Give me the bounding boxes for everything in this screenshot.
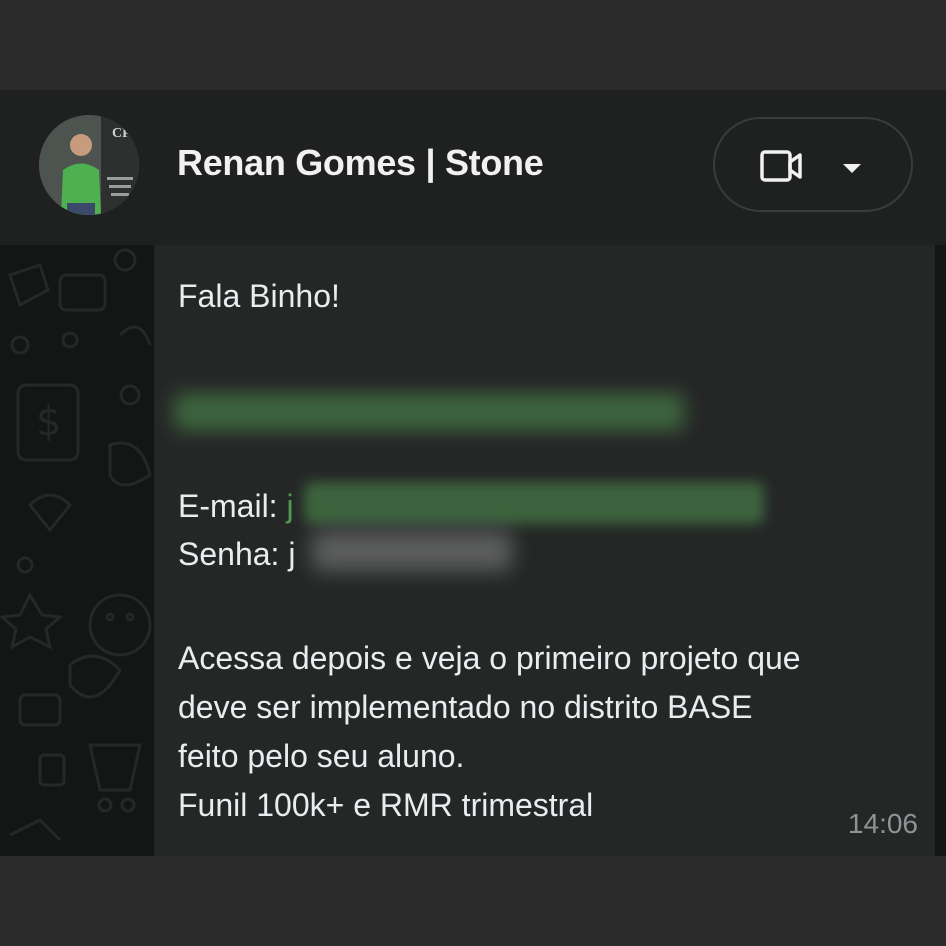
video-call-button[interactable] (713, 117, 913, 212)
message-line: deve ser implementado no distrito BASE (178, 689, 753, 725)
email-line: E-mail: j (178, 486, 294, 526)
message-timestamp: 14:06 (847, 808, 918, 839)
svg-text:$: $ (36, 399, 61, 445)
chat-header: CPD Renan Gomes | Stone (0, 90, 946, 245)
bottom-background (0, 856, 946, 946)
password-label: Senha: (178, 536, 280, 572)
message-bubble[interactable]: Fala Binho! E-mail: j Senha: j Acessa de… (154, 245, 935, 856)
chat-area: $ Fala Binho! E-mail: j Senha: j Acessa … (0, 245, 946, 856)
chat-wallpaper: $ (0, 248, 152, 842)
contact-avatar[interactable]: CPD (39, 115, 139, 215)
caret-down-icon[interactable] (842, 162, 862, 180)
message-greeting: Fala Binho! (178, 278, 340, 314)
chat-window: CPD Renan Gomes | Stone $ Fala Binho! E-… (0, 90, 946, 856)
redacted-link (174, 393, 684, 431)
message-line: Funil 100k+ e RMR trimestral (178, 787, 594, 823)
contact-name[interactable]: Renan Gomes | Stone (177, 142, 544, 184)
password-line: Senha: j (178, 534, 295, 574)
video-camera-icon (760, 149, 804, 188)
message-line: feito pelo seu aluno. (178, 738, 465, 774)
email-visible: j (286, 488, 294, 524)
message-line: Acessa depois e veja o primeiro projeto … (178, 640, 801, 676)
password-visible: j (288, 536, 296, 572)
redacted-email (304, 482, 764, 524)
redacted-password (312, 531, 512, 571)
svg-text:CPD: CPD (112, 126, 139, 141)
email-label: E-mail: (178, 488, 278, 524)
